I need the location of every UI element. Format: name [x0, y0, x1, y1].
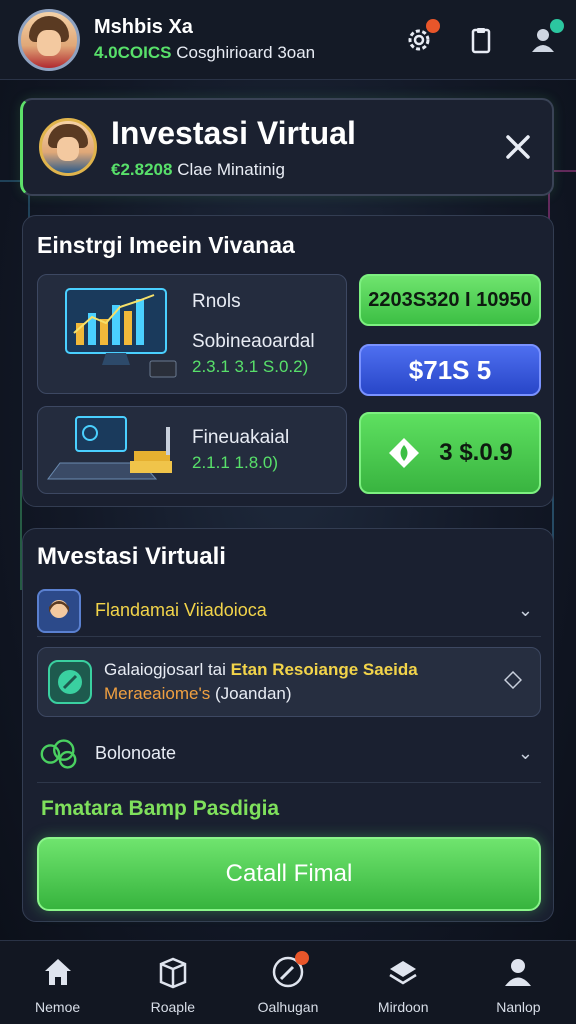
- list-item[interactable]: Flandamai Viiadoioca ⌄: [37, 585, 541, 637]
- price-button[interactable]: $71S 5: [359, 344, 541, 396]
- panel-title: Einstrgi Imeein Vivanaa: [37, 232, 295, 258]
- buy-button-label: 3 $.0.9: [439, 439, 513, 466]
- nav-label: Mirdoon: [377, 999, 429, 1015]
- home-icon: [44, 959, 71, 985]
- chevron-down-icon[interactable]: ⌄: [518, 743, 533, 764]
- buy-button[interactable]: 3 $.0.9: [359, 412, 541, 494]
- notification-badge: [426, 18, 440, 33]
- clipboard-icon: [471, 27, 491, 53]
- nav-item-home[interactable]: Nemoe: [0, 941, 115, 1024]
- user-avatar[interactable]: [18, 8, 80, 71]
- card-avatar: [39, 118, 97, 176]
- decor-line: [0, 470, 22, 590]
- header-subtitle-text: Clae Minatinig: [177, 159, 285, 179]
- investment-panel: Mvestasi Virtuali Flandamai Viiadoioca ⌄…: [22, 528, 554, 922]
- nav-label: Nemoe: [35, 999, 81, 1015]
- user-name: Mshbis Xa: [94, 16, 193, 38]
- primary-action-button[interactable]: Catall Fimal: [37, 837, 541, 911]
- summary-panel: Einstrgi Imeein Vivanaa Rnols Sobineaoar…: [22, 215, 554, 507]
- user-balance: 4.0COICS: [94, 43, 172, 62]
- page-title: Investasi Virtual: [111, 114, 356, 151]
- user-icon: [505, 959, 532, 986]
- bottom-nav: Nemoe Roaple Oalhugan Mirdoon Nanlop: [0, 940, 576, 1024]
- list-item-text: Galaiogjosarl tai Etan Resoiange Saeida …: [104, 658, 418, 706]
- settings-button[interactable]: [404, 18, 440, 55]
- finance-label: Fineuakaial: [192, 427, 290, 448]
- value-button[interactable]: 2203S320 I 10950: [359, 274, 541, 326]
- chart-monitor-illustration: [65, 288, 177, 378]
- header-amount: €2.8208: [111, 159, 173, 179]
- stats-value: 2.3.1 3.1 S.0.2): [192, 357, 309, 376]
- top-actions: [404, 18, 564, 55]
- header-subtitle: €2.8208 Clae Minatinig: [111, 160, 356, 180]
- nav-label: Roaple: [150, 999, 195, 1015]
- close-button[interactable]: [500, 129, 536, 165]
- nav-item-box[interactable]: Roaple: [115, 941, 230, 1024]
- cloud-cluster-icon: [37, 732, 81, 776]
- list-item-line1-b: Etan Resoiange Saeida: [230, 660, 418, 679]
- list-item-label: Bolonoate: [95, 743, 177, 763]
- nav-item-compass[interactable]: Oalhugan: [230, 941, 345, 1024]
- status-badge: [550, 18, 564, 33]
- finance-card[interactable]: Fineuakaial 2.1.1 1.8.0): [37, 406, 347, 494]
- avatar-icon: [37, 588, 81, 633]
- profile-button[interactable]: [528, 18, 564, 55]
- chevron-down-icon[interactable]: ⌄: [518, 600, 533, 621]
- stats-card[interactable]: Rnols Sobineaoardal 2.3.1 3.1 S.0.2): [37, 274, 347, 394]
- box-icon: [159, 957, 187, 989]
- stack-icon: [389, 961, 417, 985]
- user-subtitle-text: Cosghirioard 3oan: [176, 43, 316, 62]
- section-footer-text: Fmatara Bamp Pasdigia: [41, 797, 280, 820]
- nav-label: Nanlop: [496, 999, 541, 1015]
- user-subtitle: 4.0COICS Cosghirioard 3oan: [94, 43, 315, 63]
- stats-sublabel: Sobineaoardal: [192, 331, 315, 352]
- list-item-selected[interactable]: Galaiogjosarl tai Etan Resoiange Saeida …: [37, 647, 541, 717]
- list-item-line2-b: (Joandan): [214, 684, 292, 703]
- header-text: Investasi Virtual €2.8208 Clae Minatinig: [111, 115, 356, 180]
- nav-label: Oalhugan: [257, 999, 319, 1015]
- list-item-label: Flandamai Viiadoioca: [95, 600, 267, 620]
- user-info: Mshbis Xa 4.0COICS Cosghirioard 3oan: [94, 16, 315, 63]
- laptop-illustration: [47, 416, 172, 480]
- list-item-line1-a: Galaiogjosarl tai: [104, 660, 226, 679]
- finance-value: 2.1.1 1.8.0): [192, 453, 279, 472]
- nav-item-stack[interactable]: Mirdoon: [346, 941, 461, 1024]
- notification-badge: [295, 951, 309, 965]
- decor-line: [552, 470, 576, 620]
- investment-header-card: Investasi Virtual €2.8208 Clae Minatinig: [20, 98, 554, 196]
- section-title: Mvestasi Virtuali: [37, 543, 226, 570]
- stats-label: Rnols: [192, 291, 241, 312]
- top-bar: Mshbis Xa 4.0COICS Cosghirioard 3oan: [0, 0, 576, 80]
- clipboard-button[interactable]: [466, 25, 496, 55]
- nav-item-profile[interactable]: Nanlop: [461, 941, 576, 1024]
- leaf-icon: [48, 660, 92, 704]
- list-item-line2-a: Meraeaiome's: [104, 684, 211, 703]
- list-item[interactable]: Bolonoate ⌄: [37, 725, 541, 783]
- diamond-leaf-icon: [389, 438, 420, 468]
- compass-icon-wrap: [271, 951, 309, 989]
- close-icon: [506, 135, 530, 159]
- diamond-toggle-icon[interactable]: [503, 670, 523, 694]
